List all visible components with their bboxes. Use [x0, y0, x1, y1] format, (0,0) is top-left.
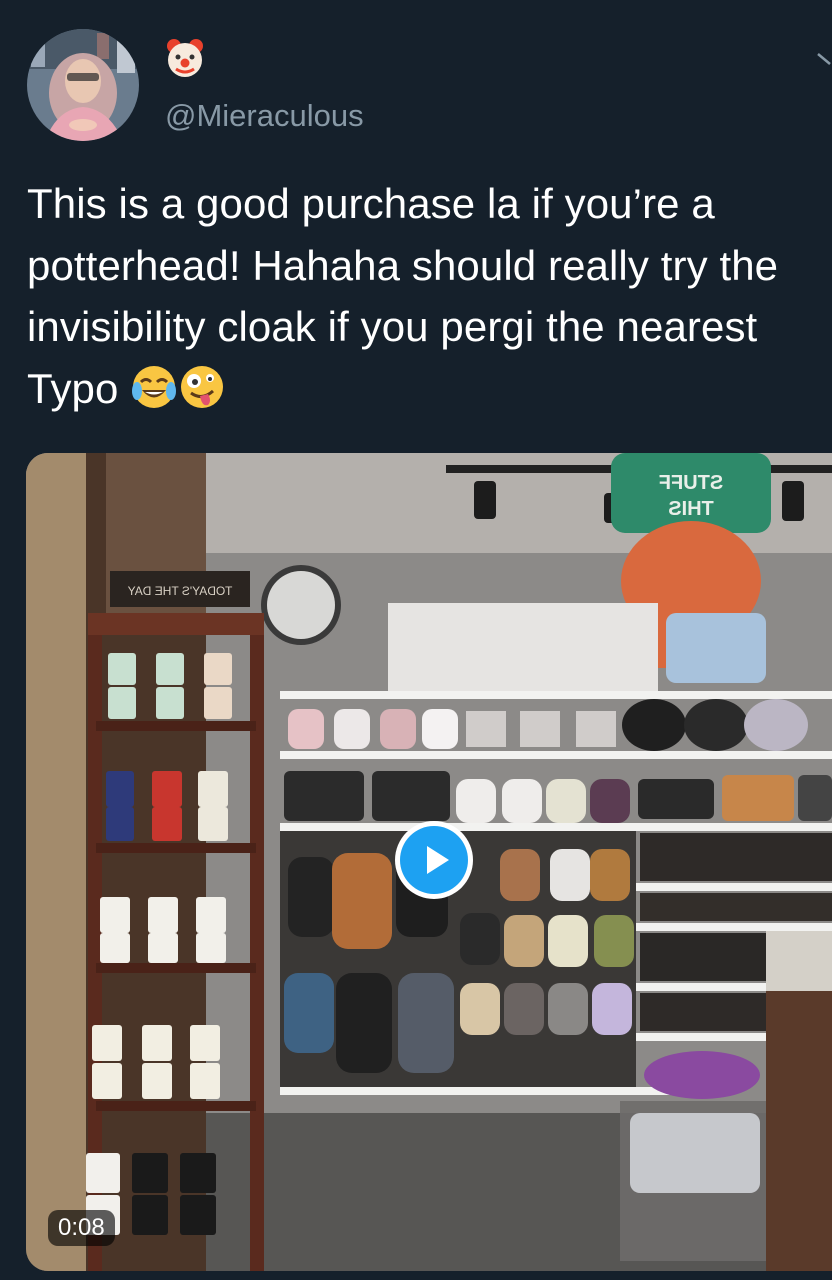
zany-face-icon — [178, 363, 226, 428]
svg-text:STUFF: STUFF — [659, 472, 723, 494]
clown-emoji-icon — [164, 39, 206, 89]
svg-text:TODAY'S THE DAY: TODAY'S THE DAY — [128, 584, 233, 598]
svg-text:THIS: THIS — [668, 498, 714, 520]
chevron-down-icon[interactable] — [816, 50, 832, 74]
tweet-video[interactable]: STUFF THIS TODAY'S THE DAY 0:08 — [26, 453, 832, 1271]
display-name[interactable] — [164, 38, 206, 91]
user-handle[interactable]: @Mieraculous — [165, 96, 364, 136]
play-icon — [400, 826, 468, 894]
face-with-tears-of-joy-icon — [130, 363, 178, 428]
video-duration-badge: 0:08 — [48, 1210, 115, 1246]
avatar[interactable] — [27, 29, 139, 141]
play-button[interactable] — [395, 821, 473, 899]
avatar-image — [27, 29, 139, 141]
tweet-text: This is a good purchase la if you’re a p… — [27, 173, 817, 427]
